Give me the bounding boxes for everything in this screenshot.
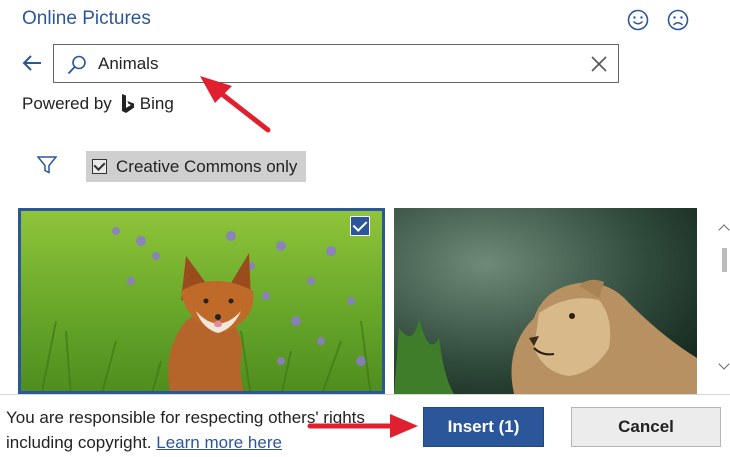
result-thumbnail-lion[interactable] <box>394 208 697 394</box>
powered-by-bing: Powered by Bing <box>22 93 174 115</box>
search-icon <box>67 55 86 75</box>
scroll-up-icon[interactable] <box>718 224 730 236</box>
footer-divider <box>0 394 730 395</box>
close-icon[interactable] <box>590 55 608 73</box>
learn-more-link[interactable]: Learn more here <box>156 433 282 452</box>
search-box <box>53 44 619 83</box>
fox-photo <box>21 211 382 391</box>
lion-photo <box>394 208 697 394</box>
checkbox-checked-icon <box>92 159 107 174</box>
frowning-face-icon[interactable] <box>667 9 689 31</box>
creative-commons-checkbox[interactable]: Creative Commons only <box>86 151 306 182</box>
result-thumbnail-fox[interactable] <box>18 208 385 394</box>
copyright-notice: You are responsible for respecting other… <box>6 405 406 455</box>
dialog-title: Online Pictures <box>22 8 151 29</box>
smiley-face-icon[interactable] <box>627 9 649 31</box>
search-input[interactable] <box>98 51 568 77</box>
selected-checkbox-icon[interactable] <box>350 216 370 236</box>
notice-line-1: You are responsible for respecting other… <box>6 408 365 427</box>
bing-logo-icon <box>121 94 134 113</box>
results-scrollbar[interactable] <box>718 208 730 394</box>
cancel-button[interactable]: Cancel <box>571 407 721 447</box>
bing-brand-label: Bing <box>139 94 174 113</box>
insert-button[interactable]: Insert (1) <box>423 407 544 447</box>
annotation-arrow-search <box>200 76 271 133</box>
scroll-thumb[interactable] <box>722 248 727 272</box>
notice-line-2: including copyright. <box>6 433 152 452</box>
creative-commons-label: Creative Commons only <box>116 156 298 176</box>
back-arrow-icon[interactable] <box>20 51 44 75</box>
filter-icon[interactable] <box>37 155 57 175</box>
scroll-down-icon[interactable] <box>718 358 730 370</box>
powered-by-label: Powered by <box>22 94 112 113</box>
